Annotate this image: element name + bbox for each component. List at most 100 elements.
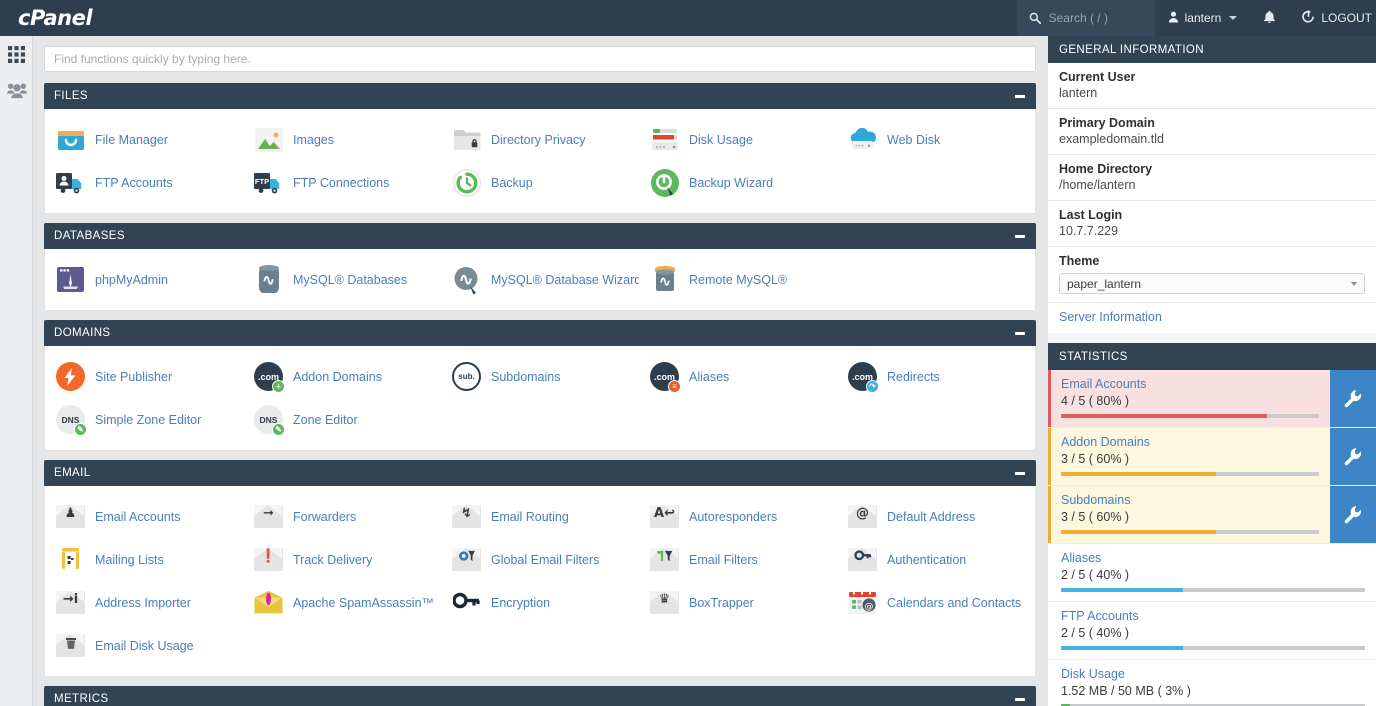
statistic-progress-fill bbox=[1061, 472, 1216, 476]
notifications-button[interactable] bbox=[1250, 0, 1289, 36]
collapse-button[interactable] bbox=[1014, 95, 1026, 98]
tile-email-routing[interactable]: ↯Email Routing bbox=[441, 495, 639, 538]
tile-phpmyadmin[interactable]: phpMyAdmin bbox=[45, 258, 243, 301]
statistic-progress-bar bbox=[1061, 646, 1365, 650]
server-information-link[interactable]: Server Information bbox=[1048, 303, 1376, 333]
statistic-name[interactable]: Addon Domains bbox=[1061, 435, 1319, 449]
tile-aliases[interactable]: .com≡Aliases bbox=[639, 355, 837, 398]
calendars-contacts-icon: @ bbox=[847, 587, 878, 618]
envelope-shape: ↯ bbox=[452, 505, 481, 528]
tile-address-importer[interactable]: →iAddress Importer bbox=[45, 581, 243, 624]
statistic-progress-fill bbox=[1061, 588, 1183, 592]
authentication-icon bbox=[847, 544, 878, 575]
tile-apache-spamassassin[interactable]: Apache SpamAssassin™ bbox=[243, 581, 441, 624]
find-functions-bar[interactable] bbox=[44, 46, 1036, 72]
svg-text:FTP: FTP bbox=[255, 177, 269, 186]
tile-redirects[interactable]: .com↷Redirects bbox=[837, 355, 1035, 398]
disk-usage-icon bbox=[649, 124, 680, 155]
statistics-title: STATISTICS bbox=[1059, 351, 1128, 363]
statistic-name[interactable]: Disk Usage bbox=[1061, 667, 1365, 681]
tile-label: Global Email Filters bbox=[491, 553, 599, 567]
tile-autoresponders[interactable]: A↩Autoresponders bbox=[639, 495, 837, 538]
tile-forwarders[interactable]: ➞Forwarders bbox=[243, 495, 441, 538]
tile-addon-domains[interactable]: .com+Addon Domains bbox=[243, 355, 441, 398]
tile-remote-mysql[interactable]: ∿Remote MySQL® bbox=[639, 258, 837, 301]
statistic-value: 1.52 MB / 50 MB ( 3% ) bbox=[1061, 684, 1365, 698]
panel-title: DOMAINS bbox=[54, 327, 110, 339]
tile-email-filters[interactable]: Email Filters bbox=[639, 538, 837, 581]
envelope-shape: ➞ bbox=[254, 505, 283, 528]
wrench-icon[interactable] bbox=[1330, 370, 1376, 427]
collapse-button[interactable] bbox=[1014, 698, 1026, 701]
envelope-glyph: ↯ bbox=[461, 507, 472, 520]
tile-site-publisher[interactable]: Site Publisher bbox=[45, 355, 243, 398]
tile-disk-usage[interactable]: Disk Usage bbox=[639, 118, 837, 161]
alias-badge-icon: ≡ bbox=[668, 380, 681, 393]
tile-backup-wizard[interactable]: Backup Wizard bbox=[639, 161, 837, 204]
tile-mailing-lists[interactable]: Mailing Lists bbox=[45, 538, 243, 581]
tile-email-accounts[interactable]: ♟Email Accounts bbox=[45, 495, 243, 538]
collapse-button[interactable] bbox=[1014, 472, 1026, 475]
statistic-value: 3 / 5 ( 60% ) bbox=[1061, 510, 1319, 524]
tile-boxtrapper[interactable]: ♛BoxTrapper bbox=[639, 581, 837, 624]
sub-badge: sub. bbox=[452, 362, 481, 391]
tile-ftp-connections[interactable]: FTPFTP Connections bbox=[243, 161, 441, 204]
redirects-icon: .com↷ bbox=[847, 361, 878, 392]
tile-images[interactable]: Images bbox=[243, 118, 441, 161]
tile-subdomains[interactable]: sub.Subdomains bbox=[441, 355, 639, 398]
collapse-button[interactable] bbox=[1014, 332, 1026, 335]
plus-badge-icon: + bbox=[272, 380, 285, 393]
statistic-info: Email Accounts 4 / 5 ( 80% ) bbox=[1048, 370, 1330, 427]
tile-file-manager[interactable]: File Manager bbox=[45, 118, 243, 161]
envelope-glyph: A↩ bbox=[654, 507, 675, 520]
apps-grid-icon[interactable] bbox=[0, 36, 33, 72]
tile-directory-privacy[interactable]: Directory Privacy bbox=[441, 118, 639, 161]
theme-select[interactable]: paper_lantern bbox=[1059, 273, 1365, 294]
statistic-value: 4 / 5 ( 80% ) bbox=[1061, 394, 1319, 408]
panel-databases: DATABASES phpMyAdmin∿MySQL® Databases∿MyS… bbox=[44, 223, 1036, 311]
tile-mysql-databases[interactable]: ∿MySQL® Databases bbox=[243, 258, 441, 301]
tile-global-email-filters[interactable]: Global Email Filters bbox=[441, 538, 639, 581]
tile-label: Web Disk bbox=[887, 133, 940, 147]
tile-encryption[interactable]: Encryption bbox=[441, 581, 639, 624]
user-manager-icon[interactable] bbox=[0, 72, 33, 108]
header-search[interactable] bbox=[1017, 0, 1155, 36]
find-functions-input[interactable] bbox=[54, 52, 1026, 66]
tile-email-disk-usage[interactable]: Email Disk Usage bbox=[45, 624, 243, 667]
user-menu[interactable]: lantern bbox=[1155, 0, 1251, 36]
remote-mysql-icon: ∿ bbox=[649, 264, 680, 295]
lightning-badge bbox=[56, 362, 85, 391]
tile-calendars-and-contacts[interactable]: @Calendars and Contacts bbox=[837, 581, 1035, 624]
tile-simple-zone-editor[interactable]: DNS✎Simple Zone Editor bbox=[45, 398, 243, 441]
statistic-progress-bar bbox=[1061, 530, 1319, 534]
tile-mysql-database-wizard[interactable]: ∿MySQL® Database Wizard bbox=[441, 258, 639, 301]
header-right-tools: lantern LOGOUT bbox=[1017, 0, 1376, 36]
encryption-icon bbox=[451, 587, 482, 618]
logout-button[interactable]: LOGOUT bbox=[1289, 0, 1376, 36]
tile-authentication[interactable]: Authentication bbox=[837, 538, 1035, 581]
general-info-value: exampledomain.tld bbox=[1059, 132, 1365, 146]
wrench-icon[interactable] bbox=[1330, 486, 1376, 543]
statistic-name[interactable]: Subdomains bbox=[1061, 493, 1319, 507]
wrench-icon[interactable] bbox=[1330, 428, 1376, 485]
panel-header: DATABASES bbox=[44, 223, 1036, 249]
search-input[interactable] bbox=[1049, 11, 1141, 25]
svg-text:@: @ bbox=[865, 602, 874, 612]
envelope-shape bbox=[848, 548, 877, 571]
tile-zone-editor[interactable]: DNS✎Zone Editor bbox=[243, 398, 441, 441]
spamassassin-icon bbox=[253, 587, 284, 618]
panel-title: METRICS bbox=[54, 693, 109, 705]
statistic-name[interactable]: Email Accounts bbox=[1061, 377, 1319, 391]
tile-default-address[interactable]: @Default Address bbox=[837, 495, 1035, 538]
sidebar-spacer bbox=[1048, 333, 1376, 343]
statistic-name[interactable]: FTP Accounts bbox=[1061, 609, 1365, 623]
statistic-name[interactable]: Aliases bbox=[1061, 551, 1365, 565]
statistic-info: Subdomains 3 / 5 ( 60% ) bbox=[1048, 486, 1330, 543]
collapse-button[interactable] bbox=[1014, 235, 1026, 238]
tile-ftp-accounts[interactable]: FTP Accounts bbox=[45, 161, 243, 204]
statistic-row: FTP Accounts2 / 5 ( 40% ) bbox=[1048, 602, 1376, 660]
tile-backup[interactable]: Backup bbox=[441, 161, 639, 204]
tile-web-disk[interactable]: Web Disk bbox=[837, 118, 1035, 161]
tile-track-delivery[interactable]: ❗Track Delivery bbox=[243, 538, 441, 581]
cpanel-logo[interactable]: cPanel bbox=[18, 6, 92, 30]
